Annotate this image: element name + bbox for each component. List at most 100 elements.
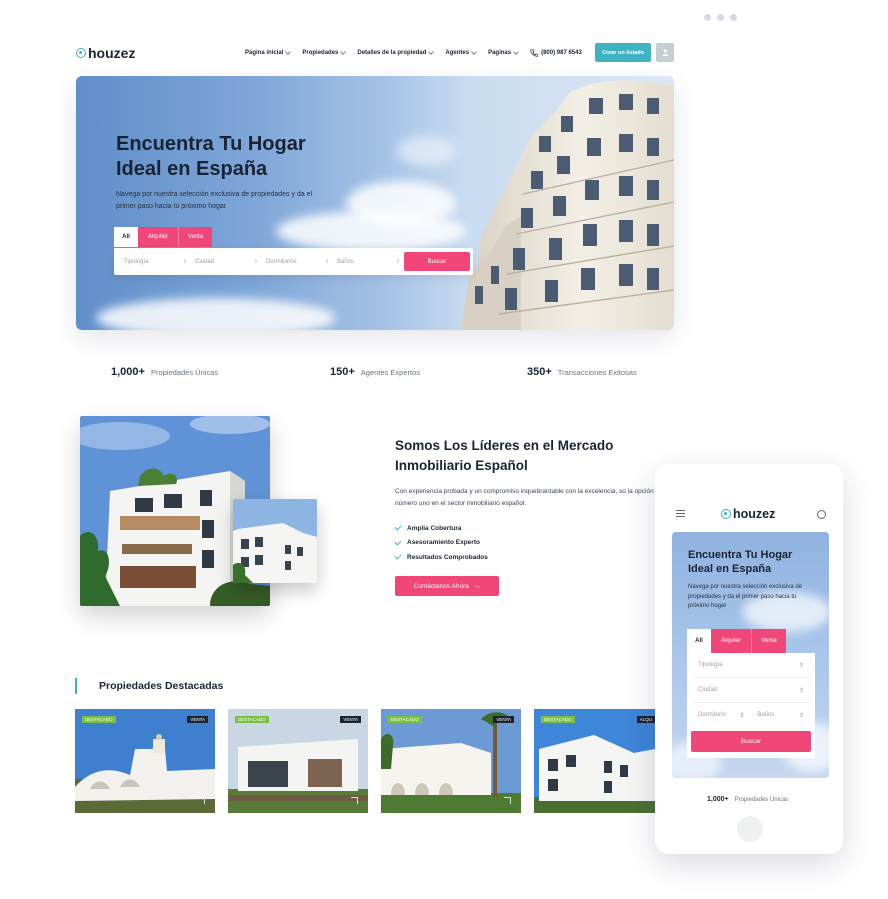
about-text: Con experiencia probada y un compromiso … [395, 488, 654, 508]
stat-value: 350+ [527, 366, 552, 378]
featured-badge: DESTACADO [235, 716, 269, 723]
hero-building-image [461, 80, 674, 330]
chevron-down-icon [285, 48, 292, 55]
property-card[interactable]: DESTACADO VENTA [75, 709, 215, 813]
logo-pin-icon [721, 509, 731, 519]
chevron-down-icon [340, 48, 347, 55]
arrow-right-icon: → [473, 582, 481, 590]
hero-title: Encuentra Tu Hogar Ideal en España [116, 133, 306, 180]
status-badge: VENTA [187, 716, 208, 723]
mobile-hero-subtitle: Navega por nuestra selección exclusiva d… [688, 584, 803, 610]
mobile-search-button[interactable]: Buscar [691, 731, 811, 752]
expand-icon[interactable] [504, 797, 511, 804]
hero-banner: Encuentra Tu Hogar Ideal en España Naveg… [76, 76, 674, 330]
stat-properties: 1,000+ Propiedades Únicas [111, 366, 218, 378]
section-accent-bar [75, 678, 77, 694]
status-badge: ALQU [636, 716, 655, 723]
expand-icon[interactable] [198, 797, 205, 804]
mobile-tab-all[interactable]: All [687, 629, 711, 653]
stat-label: Propiedades Únicas [150, 368, 219, 377]
home-button-icon [737, 816, 763, 842]
property-card[interactable]: DESTACADO VENTA [228, 709, 368, 813]
top-navigation: houzez Página inicial Propiedades Detall… [76, 43, 674, 63]
mobile-hero-title: Encuentra Tu Hogar Ideal en España [688, 549, 793, 576]
mobile-city-select[interactable]: Ciudad ⇕ [693, 678, 809, 703]
logo-pin-icon [76, 48, 86, 58]
brand-logo[interactable]: houzez [76, 45, 135, 61]
stat-transactions: 350+ Transacciones Exitosas [527, 366, 637, 378]
main-menu: Página inicial Propiedades Detalles de l… [245, 43, 582, 63]
user-icon[interactable] [817, 510, 826, 519]
user-account-button[interactable] [656, 43, 674, 62]
check-icon [394, 523, 402, 531]
check-item: Amplia Cobertura [394, 521, 488, 536]
chevron-down-icon [428, 48, 435, 55]
stat-value: 1,000+ [111, 366, 145, 378]
updown-icon: ⇕ [324, 258, 329, 265]
menu-item-properties[interactable]: Propiedades [302, 48, 347, 56]
window-dots [704, 14, 737, 21]
phone-icon [530, 49, 539, 57]
tab-rent[interactable]: Alquiler [138, 227, 178, 247]
mobile-type-select[interactable]: Tipología ⇕ [693, 653, 809, 678]
featured-title: Propiedades Destacadas [99, 680, 224, 692]
menu-item-pages[interactable]: Paginas [488, 48, 519, 56]
mobile-hero: Encuentra Tu Hogar Ideal en España Naveg… [672, 532, 829, 778]
hero-subtitle: Navega por nuestra selección exclusiva d… [116, 191, 313, 210]
mobile-brand-logo[interactable]: houzez [721, 507, 775, 521]
mobile-tab-sale[interactable]: Venta [751, 629, 786, 653]
about-secondary-image [233, 499, 317, 583]
mobile-bathrooms-select[interactable]: Baños ⇕ [757, 712, 804, 719]
mobile-tab-rent[interactable]: Alquiler [711, 629, 751, 653]
chevron-down-icon [471, 48, 477, 55]
user-icon [662, 49, 668, 56]
check-icon [394, 552, 402, 560]
property-card[interactable]: DESTACADO ALQU [534, 709, 655, 813]
about-title: Somos Los Líderes en el Mercado Inmobili… [395, 438, 614, 474]
menu-item-property-details[interactable]: Detalles de la propiedad [357, 48, 435, 56]
contact-button[interactable]: Contáctanos Ahora → [395, 576, 499, 596]
updown-icon: ⇕ [798, 713, 804, 719]
menu-item-agents[interactable]: Agentes [445, 48, 477, 56]
hamburger-icon[interactable] [676, 510, 685, 517]
stat-label: Agentes Expertos [360, 368, 420, 377]
menu-item-home[interactable]: Página inicial [245, 48, 292, 56]
property-card[interactable]: DESTACADO VENTA [381, 709, 521, 813]
chevron-down-icon [513, 48, 519, 55]
expand-icon[interactable] [351, 797, 358, 804]
updown-icon: ⇕ [798, 662, 804, 669]
status-badge: VENTA [340, 716, 361, 723]
search-button[interactable]: Buscar [404, 252, 470, 271]
brand-name: houzez [88, 45, 136, 61]
about-checklist: Amplia Cobertura Asesoramiento Experto R… [394, 521, 488, 565]
check-icon [394, 538, 402, 546]
updown-icon: ⇕ [739, 713, 745, 719]
tab-all[interactable]: All [114, 227, 138, 247]
phone-link[interactable]: (800) 987 6543 [530, 49, 582, 57]
check-item: Resultados Comprobados [394, 550, 488, 565]
search-tabs: All Alquiler Venta [114, 227, 212, 247]
mobile-header: houzez [655, 504, 843, 524]
type-select[interactable]: Tipología ⇕ [124, 259, 195, 265]
updown-icon: ⇕ [253, 258, 258, 265]
create-listing-button[interactable]: Crear un listado [595, 43, 651, 62]
updown-icon: ⇕ [798, 687, 804, 694]
mobile-search-tabs: All Alquiler Venta [687, 629, 786, 653]
bathrooms-select[interactable]: Baños ⇕ [337, 259, 408, 265]
contact-button-label: Contáctanos Ahora [413, 582, 469, 590]
mobile-bedrooms-select[interactable]: Dormitorio ⇕ [698, 712, 745, 719]
featured-badge: DESTACADO [82, 716, 116, 723]
tab-sale[interactable]: Venta [178, 227, 212, 247]
search-bar: Tipología ⇕ Ciudad ⇕ Dormitorios ⇕ Baños ⇕ B… [114, 248, 473, 275]
check-item: Asesoramiento Experto [394, 536, 488, 551]
featured-badge: DESTACADO [388, 716, 422, 723]
updown-icon: ⇕ [395, 258, 400, 265]
mobile-stat: 1,000+ Propiedades Únicas [707, 796, 788, 803]
mobile-rooms-row: Dormitorio ⇕ Baños ⇕ [693, 703, 809, 728]
stat-label: Transacciones Exitosas [557, 368, 637, 377]
mobile-stat-label: Propiedades Únicas [734, 797, 789, 803]
city-select[interactable]: Ciudad ⇕ [195, 259, 266, 265]
mobile-preview: houzez Encuentra Tu Hogar Ideal en Españ… [655, 464, 843, 854]
bedrooms-select[interactable]: Dormitorios ⇕ [266, 259, 337, 265]
mobile-stat-value: 1,000+ [707, 796, 729, 803]
